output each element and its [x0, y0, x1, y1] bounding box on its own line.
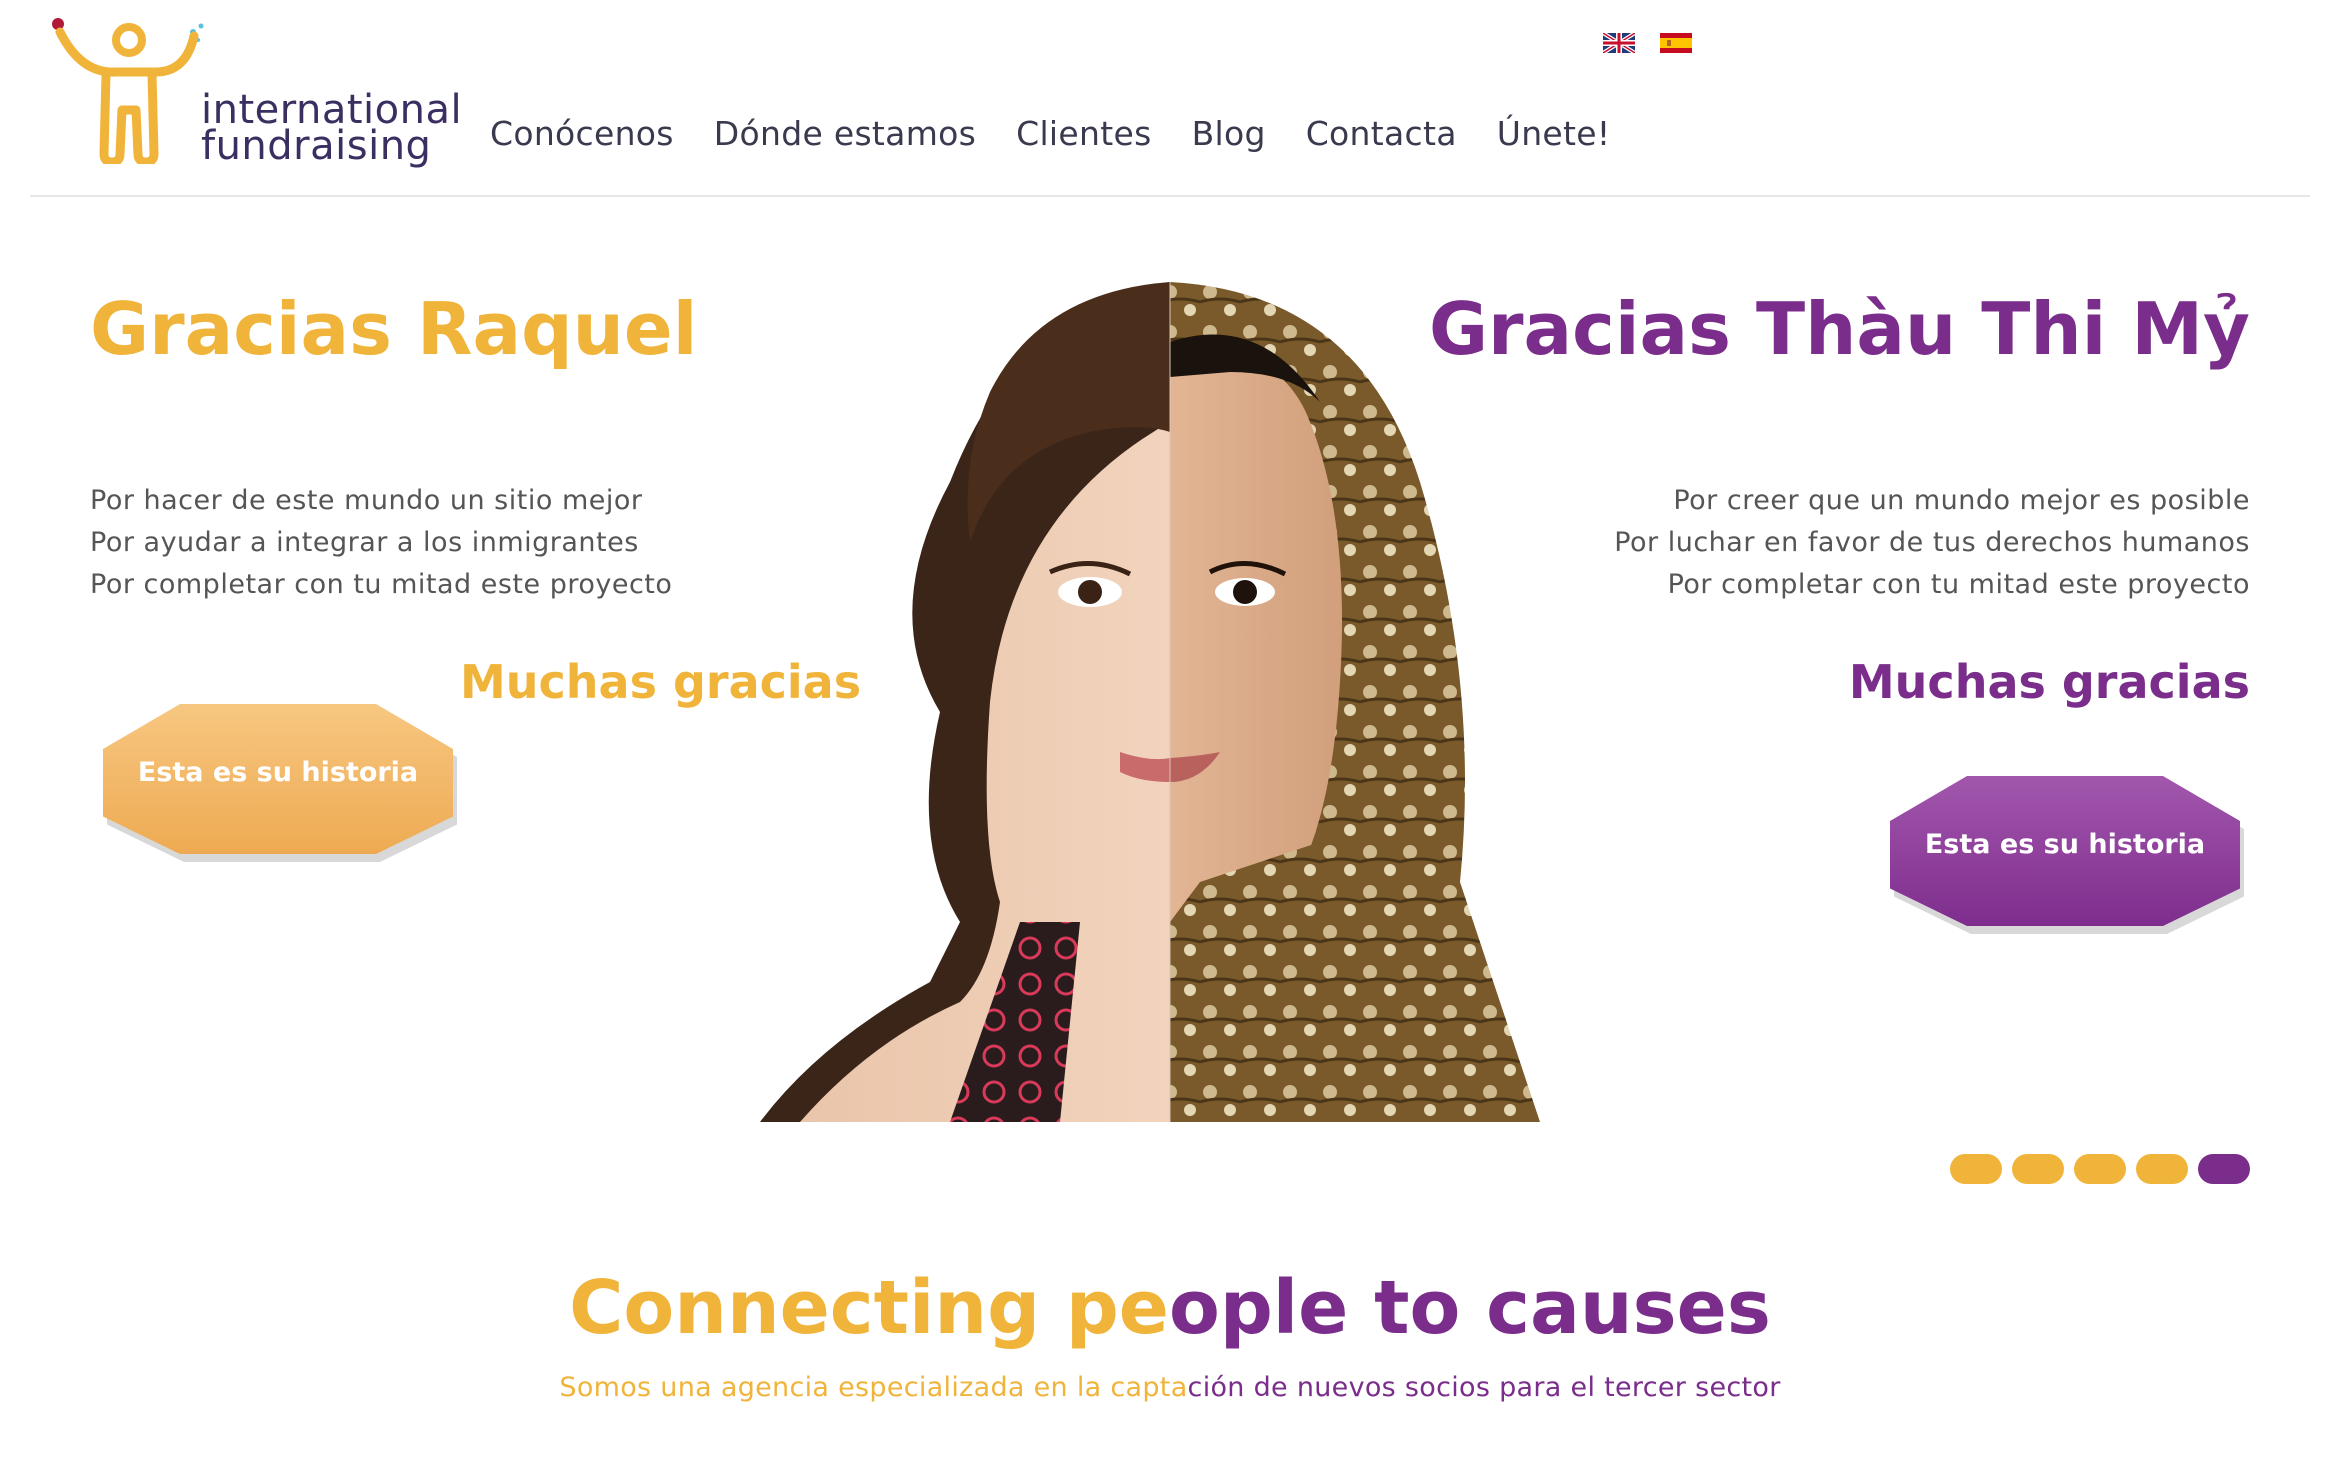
spain-flag-icon[interactable]	[1660, 33, 1692, 53]
slide-text-left-line: Por hacer de este mundo un sitio mejor	[90, 485, 643, 516]
nav-clientes[interactable]: Clientes	[1016, 114, 1151, 153]
tagline-part2: ople to causes	[1169, 1265, 1771, 1351]
story-button-right[interactable]: Esta es su historia	[1890, 776, 2240, 926]
logo-figure-icon	[52, 18, 204, 164]
tagline-part1: Connecting pe	[569, 1265, 1169, 1351]
logo-text-line2: fundraising	[201, 123, 432, 169]
main-nav: Conócenos Dónde estamos Clientes Blog Co…	[490, 114, 1610, 153]
nav-conocenos[interactable]: Conócenos	[490, 114, 674, 153]
slide-title-left: Gracias Raquel	[90, 287, 698, 371]
slide-text-left-line: Por ayudar a integrar a los inmigrantes	[90, 527, 639, 558]
slide-title-right: Gracias Thàu Thi Mỷ	[1428, 287, 2250, 371]
slider-pagination	[1950, 1154, 2250, 1184]
nav-unete[interactable]: Únete!	[1497, 114, 1611, 153]
uk-flag-icon[interactable]	[1603, 33, 1635, 53]
thanks-right: Muchas gracias	[1848, 655, 2250, 709]
slide-text-right-line: Por luchar en favor de tus derechos huma…	[1614, 527, 2250, 558]
slider-dot-1[interactable]	[1950, 1154, 2002, 1184]
hero-portrait-image	[760, 282, 1540, 1122]
slide-text-left: Por hacer de este mundo un sitio mejor P…	[90, 480, 672, 606]
slider-dot-4[interactable]	[2136, 1154, 2188, 1184]
slider-dot-5[interactable]	[2198, 1154, 2250, 1184]
tagline: Connecting people to causes	[0, 1265, 2340, 1351]
tagline-subtitle: Somos una agencia especializada en la ca…	[0, 1372, 2340, 1403]
nav-contacta[interactable]: Contacta	[1306, 114, 1457, 153]
subtitle-part1: Somos una agencia especializada en la ca…	[559, 1372, 1188, 1403]
header-divider	[30, 195, 2310, 197]
slide-text-right-line: Por completar con tu mitad este proyecto	[1667, 569, 2250, 600]
story-button-right-label: Esta es su historia	[1924, 828, 2206, 860]
slide-text-right: Por creer que un mundo mejor es posible …	[1614, 480, 2250, 606]
slide-text-left-line: Por completar con tu mitad este proyecto	[90, 569, 673, 600]
subtitle-part2: ción de nuevos socios para el tercer sec…	[1187, 1372, 1781, 1403]
story-button-left[interactable]: Esta es su historia	[103, 704, 453, 854]
slide-text-right-line: Por creer que un mundo mejor es posible	[1673, 485, 2250, 516]
site-header: international fundraising Conócenos Dónd…	[0, 0, 2340, 197]
thanks-left: Muchas gracias	[460, 655, 862, 709]
language-switcher	[1603, 33, 1692, 53]
slider-dot-3[interactable]	[2074, 1154, 2126, 1184]
site-logo[interactable]: international fundraising	[46, 14, 462, 174]
slider-dot-2[interactable]	[2012, 1154, 2064, 1184]
nav-donde-estamos[interactable]: Dónde estamos	[714, 114, 976, 153]
story-button-left-label: Esta es su historia	[137, 756, 419, 788]
nav-blog[interactable]: Blog	[1192, 114, 1266, 153]
